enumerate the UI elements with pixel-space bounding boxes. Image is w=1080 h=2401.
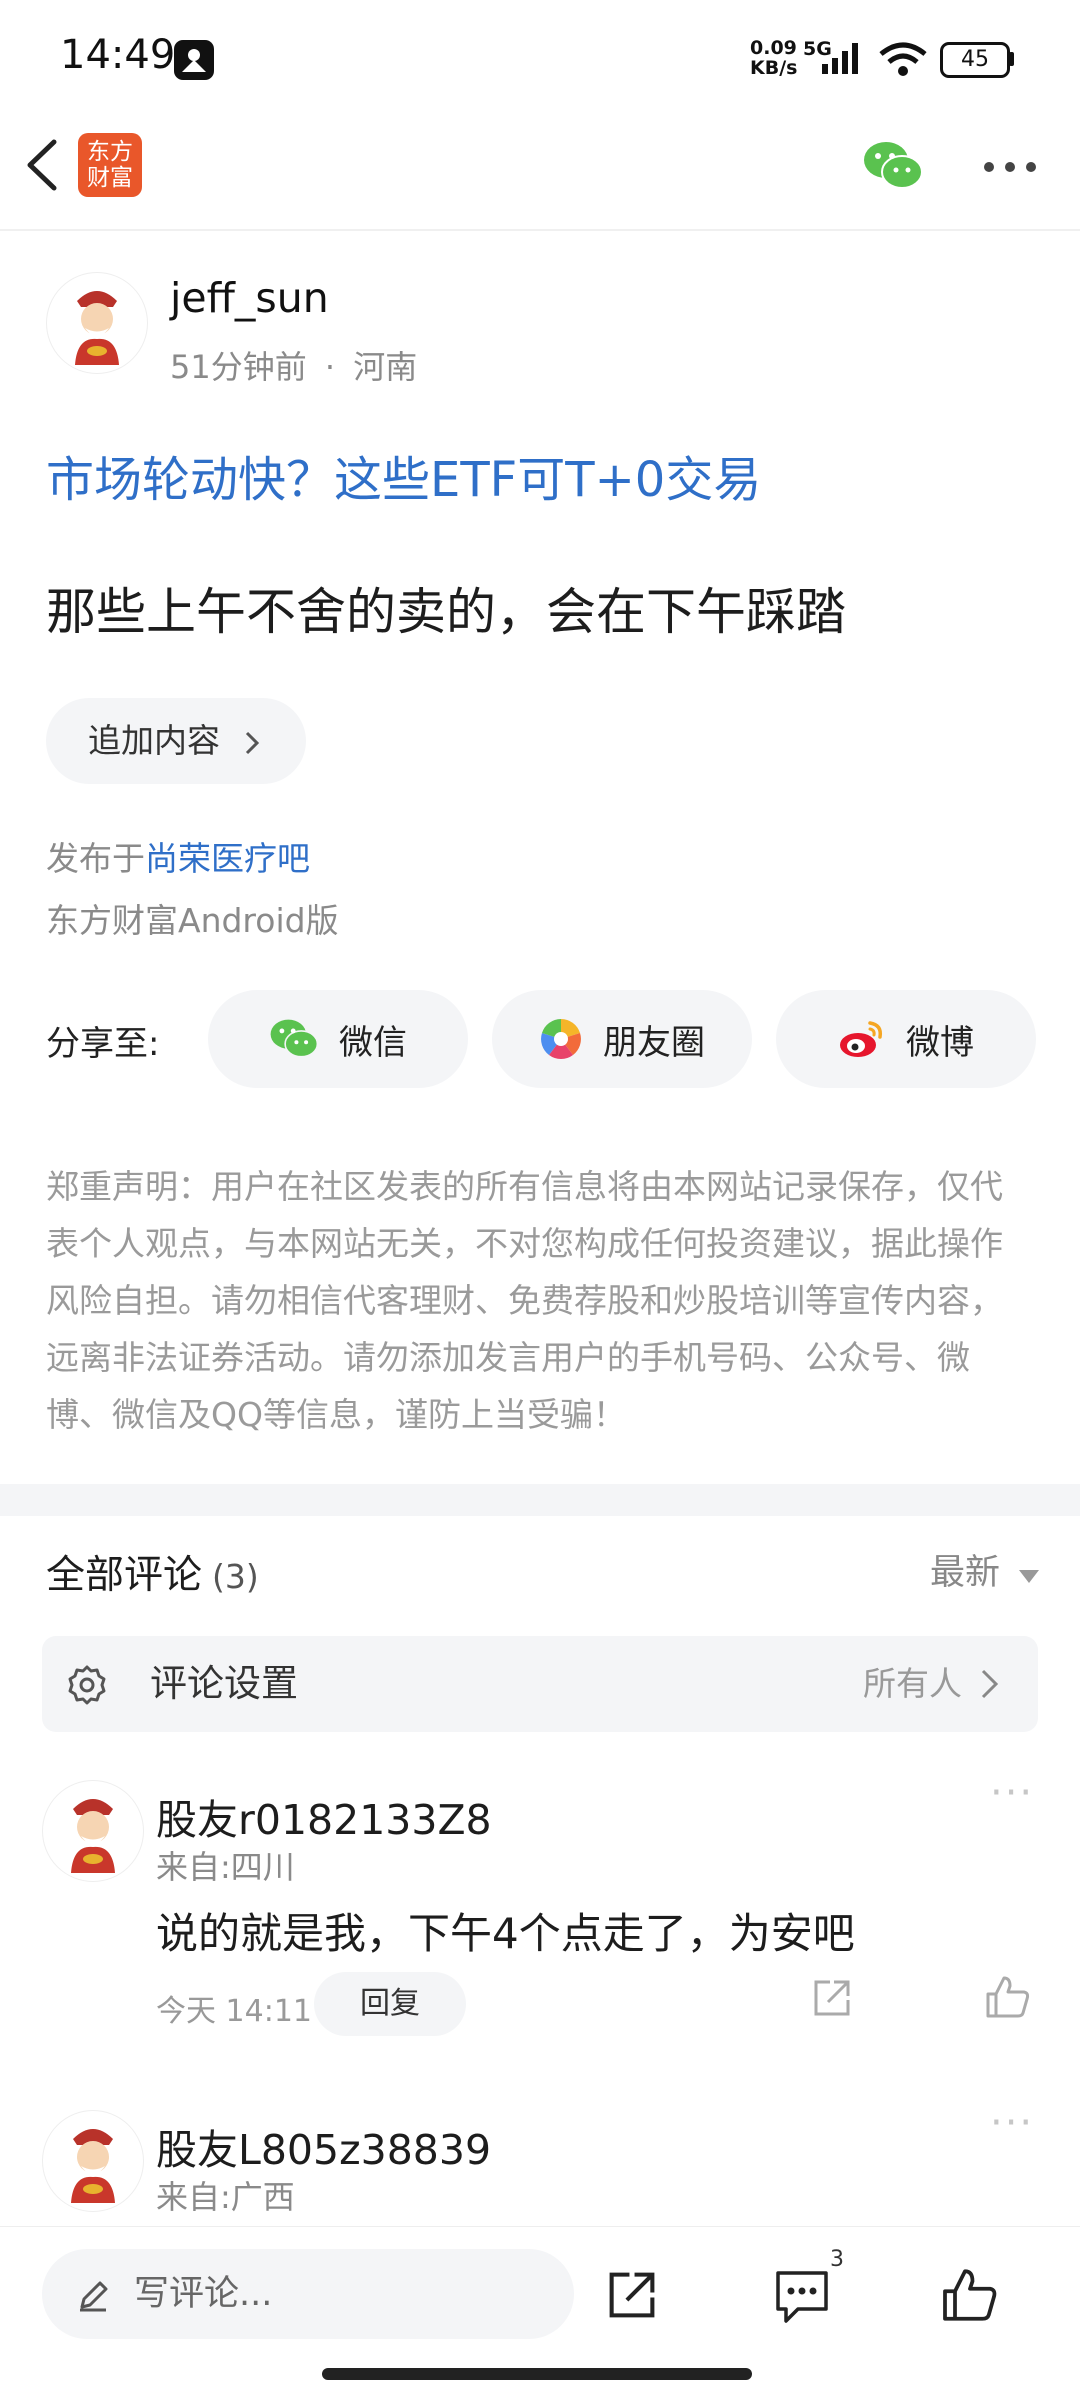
moments-icon: [541, 1019, 581, 1059]
pencil-icon: [80, 2281, 108, 2312]
wifi-icon: [879, 42, 927, 76]
home-indicator[interactable]: [322, 2368, 752, 2380]
share-moments-label: 朋友圈: [603, 1022, 705, 1063]
app-logo-text: 东方 财富: [87, 139, 133, 191]
comment-item: 股友L805z38839 来自:广西 ···: [42, 2100, 1038, 2220]
wechat-icon: [270, 1019, 319, 1058]
comment-more-icon[interactable]: ···: [990, 1770, 1034, 1816]
comments-count: (3): [212, 1557, 259, 1596]
comment-text: 说的就是我，下午4个点走了，为安吧: [156, 1909, 855, 1958]
app-notification-icon: [174, 40, 214, 80]
like-icon[interactable]: [940, 2265, 1000, 2325]
sort-label: 最新: [930, 1553, 1001, 1593]
weibo-icon: [840, 1021, 883, 1057]
header-divider: [0, 229, 1080, 231]
post-time: 51分钟前: [170, 348, 307, 386]
write-comment-input[interactable]: 写评论...: [42, 2249, 574, 2339]
share-icon[interactable]: [810, 1976, 854, 2020]
app-logo[interactable]: 东方 财富: [78, 133, 142, 197]
share-icon[interactable]: [604, 2267, 660, 2323]
post-title-link[interactable]: 市场轮动快？这些ETF可T+0交易: [46, 440, 761, 510]
battery-indicator: 45: [940, 42, 1010, 78]
share-weibo-label: 微博: [906, 1022, 974, 1063]
back-button[interactable]: [22, 138, 62, 192]
author-name[interactable]: jeff_sun: [170, 274, 329, 322]
share-weibo-button[interactable]: 微博: [776, 990, 1036, 1088]
post-content: 那些上午不舍的卖的，会在下午踩踏: [46, 583, 846, 641]
commenter-name[interactable]: 股友L805z38839: [156, 2116, 491, 2176]
status-time: 14:49: [60, 32, 176, 78]
comment-settings-label: 评论设置: [150, 1662, 298, 1705]
section-separator: [0, 1484, 1080, 1516]
comment-time: 今天 14:11: [156, 1994, 312, 2029]
battery-tip: [1009, 52, 1014, 66]
comment-settings-value: 所有人: [863, 1664, 962, 1703]
add-content-button[interactable]: 追加内容: [46, 698, 306, 784]
share-label: 分享至:: [46, 1024, 160, 1064]
comment-settings-row[interactable]: 评论设置 所有人: [42, 1636, 1038, 1732]
share-wechat-label: 微信: [339, 1022, 407, 1063]
published-in: 发布于尚荣医疗吧: [46, 832, 310, 880]
client-info: 东方财富Android版: [46, 901, 339, 940]
share-moments-button[interactable]: 朋友圈: [492, 990, 752, 1088]
published-prefix: 发布于: [46, 839, 145, 878]
post-meta: 51分钟前 · 河南: [170, 348, 418, 386]
disclaimer-text: 郑重声明：用户在社区发表的所有信息将由本网站记录保存，仅代表个人观点，与本网站无…: [46, 1167, 1003, 1434]
write-comment-placeholder: 写评论...: [134, 2274, 273, 2314]
comment-more-icon[interactable]: ···: [990, 2100, 1034, 2146]
sort-dropdown[interactable]: 最新: [930, 1544, 1040, 1595]
more-icon[interactable]: [982, 160, 1038, 174]
post-location: 河南: [353, 348, 418, 386]
reply-button[interactable]: 回复: [314, 1972, 466, 2036]
caret-down-icon: [1019, 1570, 1040, 1583]
like-icon[interactable]: [984, 1974, 1032, 2020]
commenter-location: 来自:广西: [156, 2178, 295, 2216]
gear-icon: [68, 1665, 106, 1705]
status-bar: 14:49 0.09 KB/s 5G 45: [0, 0, 1080, 118]
commenter-location: 来自:四川: [156, 1848, 295, 1886]
comments-title-label: 全部评论: [46, 1553, 203, 1598]
chevron-right-icon: [245, 731, 259, 754]
author-avatar[interactable]: [46, 272, 148, 374]
comments-title: 全部评论 (3): [46, 1544, 259, 1600]
comment-count-badge: 3: [830, 2247, 844, 2272]
forum-link[interactable]: 尚荣医疗吧: [145, 839, 310, 878]
comment-item: 股友r0182133Z8 来自:四川 说的就是我，下午4个点走了，为安吧 今天 …: [42, 1770, 1038, 2040]
wechat-share-icon[interactable]: [862, 140, 924, 192]
commenter-avatar[interactable]: [42, 2110, 144, 2212]
chevron-right-icon: [981, 1669, 999, 1699]
network-speed: 0.09 KB/s: [750, 37, 798, 79]
signal-icon: [822, 43, 858, 74]
add-content-label: 追加内容: [88, 721, 220, 760]
commenter-avatar[interactable]: [42, 1780, 144, 1882]
share-wechat-button[interactable]: 微信: [208, 990, 468, 1088]
comment-icon[interactable]: [772, 2267, 832, 2325]
commenter-name[interactable]: 股友r0182133Z8: [156, 1786, 492, 1846]
